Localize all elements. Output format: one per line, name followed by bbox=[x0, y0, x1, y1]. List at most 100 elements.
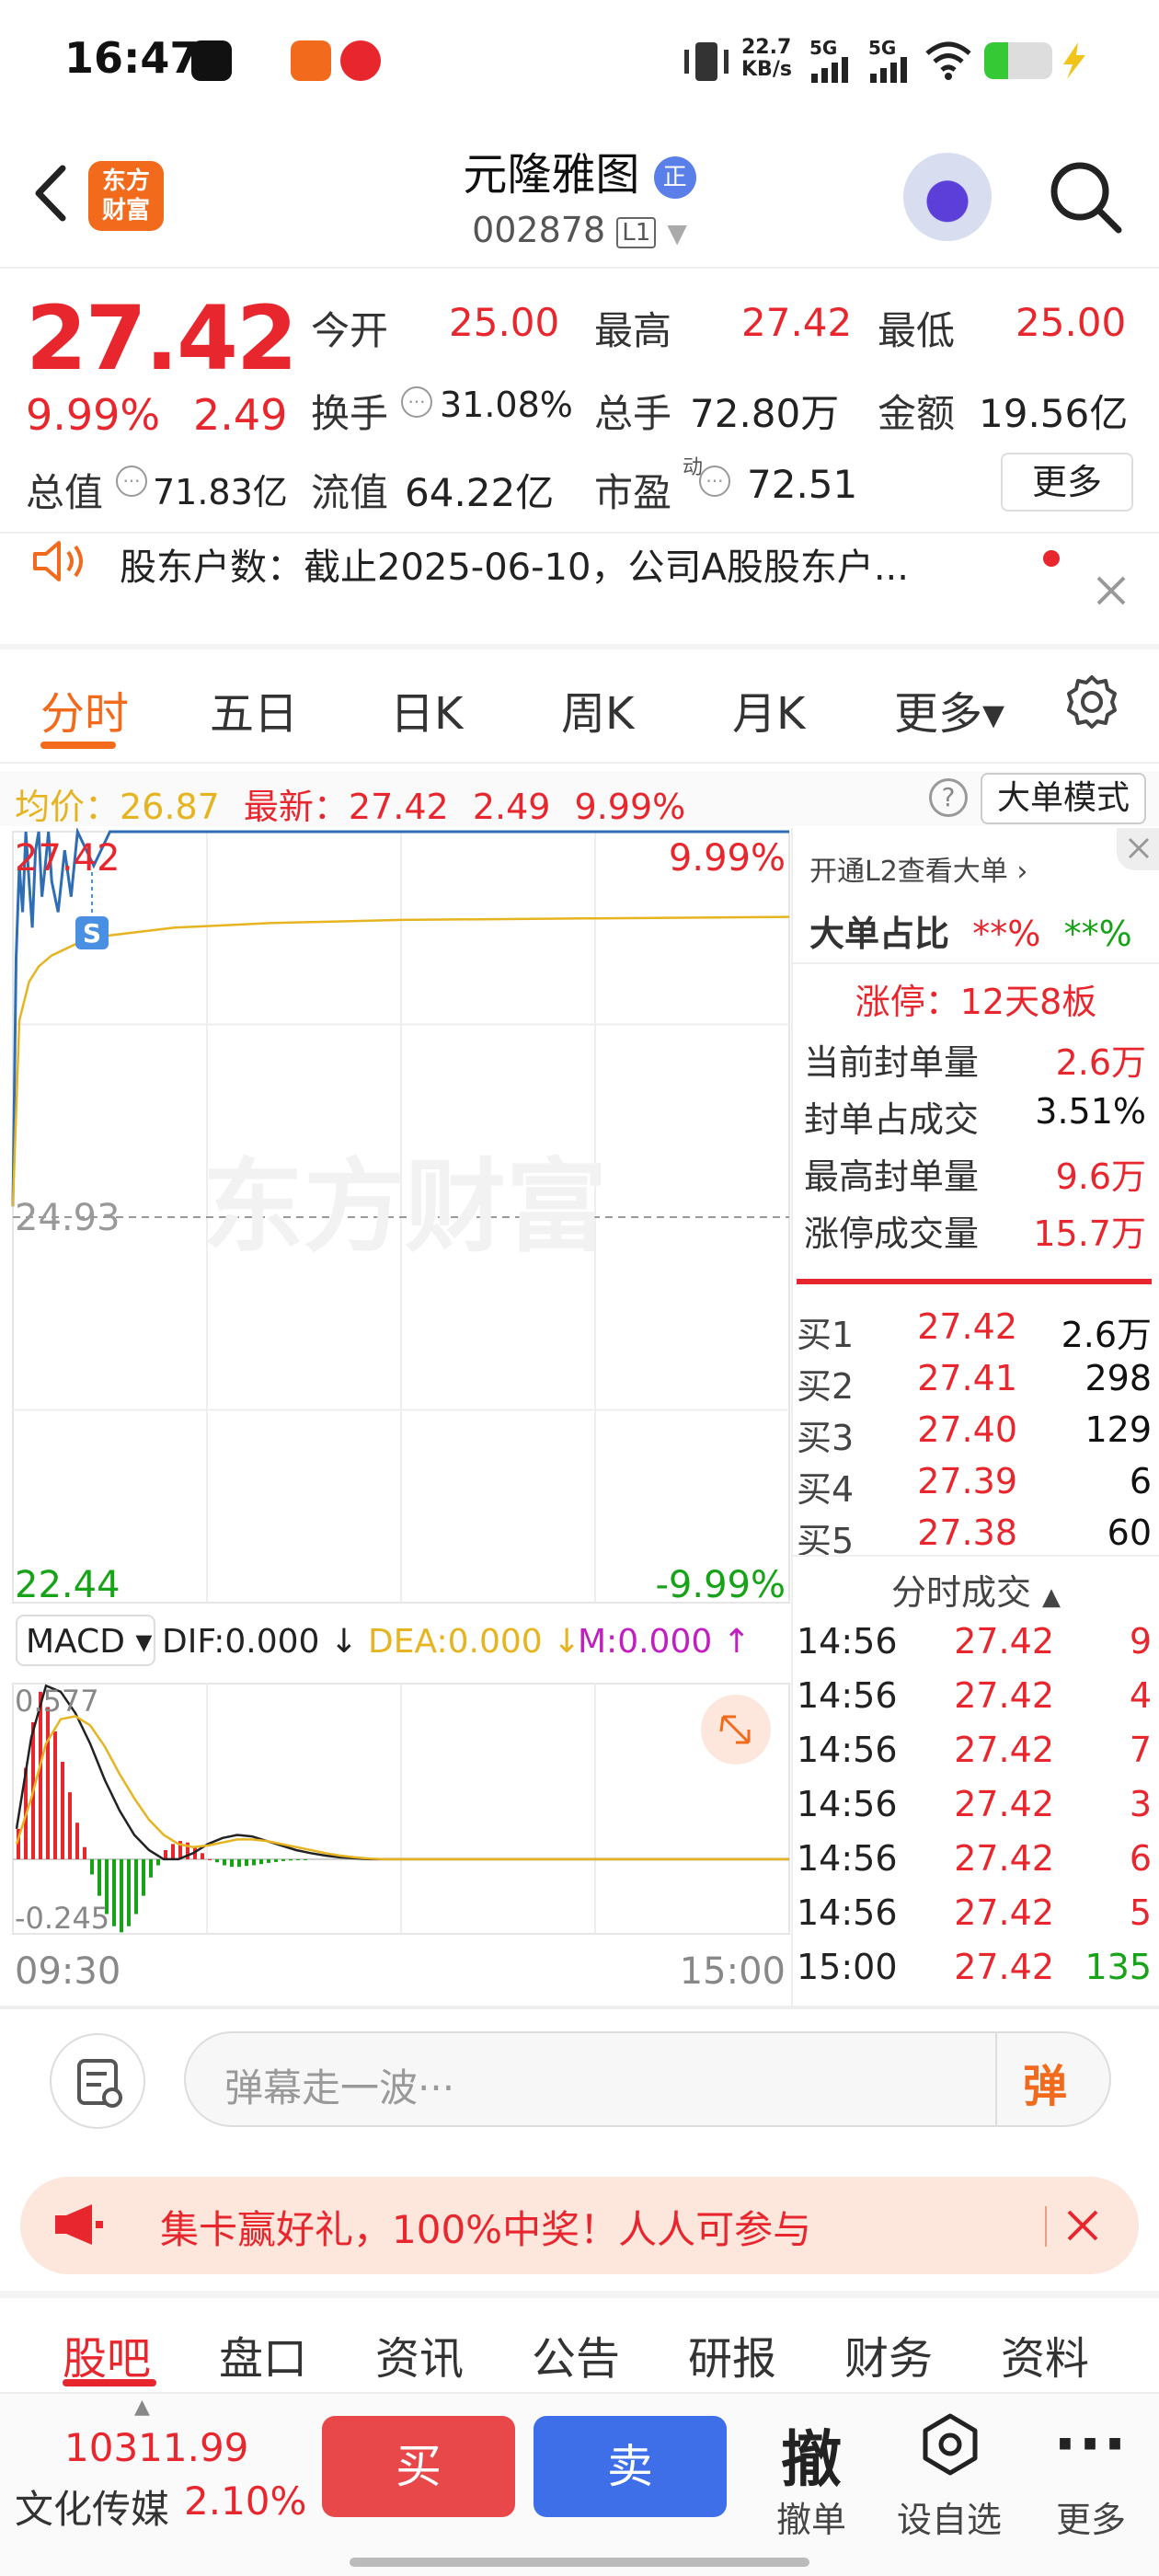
pe-label: 市盈 bbox=[594, 470, 672, 515]
search-icon[interactable] bbox=[1045, 156, 1124, 236]
close-icon[interactable] bbox=[1117, 828, 1159, 870]
high-value: 27.42 bbox=[741, 300, 853, 345]
seal-label: 当前封单量 bbox=[804, 1042, 980, 1083]
tick-row: 14:56 27.42 6 bbox=[797, 1838, 1152, 1879]
watermark: 东方财富 bbox=[202, 1148, 607, 1266]
more-menu-icon[interactable]: ··· bbox=[1027, 2409, 1155, 2479]
macd-bar bbox=[46, 1707, 50, 1859]
y-mid-label: 24.93 bbox=[15, 1197, 120, 1239]
sector-name[interactable]: 文化传媒 bbox=[15, 2478, 169, 2535]
avg-price-row: 均价：26.87 最新：27.42 2.49 9.99% bbox=[15, 778, 685, 829]
promo-text: 集卡赢好礼，100%中奖！人人可参与 bbox=[160, 2207, 812, 2252]
l2-upgrade-link[interactable]: 开通L2查看大单 › bbox=[809, 848, 1027, 889]
volume-value: 72.80万 bbox=[690, 391, 840, 436]
tick-time: 14:56 bbox=[797, 1621, 898, 1662]
cancel-order-icon[interactable]: 撤 bbox=[747, 2410, 876, 2499]
danmu-separator bbox=[995, 2033, 997, 2125]
tab-daily-k[interactable]: 日K bbox=[390, 677, 463, 742]
seal-value: 9.6万 bbox=[1055, 1156, 1146, 1197]
more-dots-icon[interactable]: ··· bbox=[401, 386, 432, 418]
gear-icon[interactable] bbox=[1061, 672, 1122, 732]
turnover-label: 换手 bbox=[311, 391, 389, 436]
seal-label: 封单占成交 bbox=[804, 1099, 980, 1140]
more-menu-label[interactable]: 更多 bbox=[1027, 2491, 1155, 2542]
news-ticker-text[interactable]: 股东户数：截止2025-06-10，公司A股股东户... bbox=[120, 537, 909, 591]
tab-finance[interactable]: 财务 bbox=[844, 2322, 933, 2386]
float-label: 流值 bbox=[311, 470, 389, 515]
more-dots-icon[interactable]: ··· bbox=[699, 466, 730, 497]
tab-five-day[interactable]: 五日 bbox=[210, 677, 298, 742]
bid-row[interactable]: 买4 27.39 6 bbox=[797, 1461, 1152, 1512]
macd-bar bbox=[98, 1858, 101, 1896]
dea-line bbox=[15, 1715, 790, 1861]
tick-row: 14:56 27.42 7 bbox=[797, 1730, 1152, 1770]
more-quote-button[interactable]: 更多 bbox=[1001, 453, 1133, 512]
tab-research[interactable]: 研报 bbox=[688, 2322, 776, 2386]
tick-time: 14:56 bbox=[797, 1730, 898, 1770]
bottom-tab-underline bbox=[63, 2379, 156, 2386]
sell-button[interactable]: 卖 bbox=[534, 2416, 727, 2517]
tab-orderbook[interactable]: 盘口 bbox=[219, 2322, 307, 2386]
close-icon[interactable] bbox=[1091, 570, 1131, 611]
tab-profile[interactable]: 资料 bbox=[1001, 2322, 1089, 2386]
change-percent: 9.99% bbox=[26, 390, 161, 440]
tab-forum[interactable]: 股吧 bbox=[63, 2322, 151, 2386]
y-bottom-label: 22.44 bbox=[15, 1564, 120, 1606]
tab-announcements[interactable]: 公告 bbox=[532, 2322, 620, 2386]
intraday-chart[interactable]: 东方财富 S 27.42 24.93 22.44 9.99% -9.99% MACD ▾ DIF… bbox=[0, 828, 791, 2006]
macd-bar bbox=[68, 1792, 72, 1859]
ticks-title-label: 分时成交 bbox=[890, 1572, 1031, 1613]
tick-volume: 3 bbox=[1129, 1784, 1152, 1824]
help-icon[interactable]: ? bbox=[929, 778, 968, 817]
bid-price: 27.40 bbox=[917, 1409, 1017, 1450]
tab-more[interactable]: 更多▾ bbox=[894, 677, 1004, 742]
tick-price: 27.42 bbox=[954, 1675, 1054, 1716]
tick-trades-title[interactable]: 分时成交 ▲ bbox=[793, 1564, 1159, 1615]
current-price: 27.42 bbox=[26, 287, 298, 390]
home-indicator[interactable] bbox=[350, 2558, 809, 2567]
chart-bottom-divider bbox=[0, 2006, 1159, 2009]
close-icon[interactable] bbox=[1063, 2206, 1102, 2245]
tab-intraday[interactable]: 分时 bbox=[40, 677, 129, 742]
limit-up-streak: 涨停：12天8板 bbox=[855, 982, 1097, 1022]
pe-value: 72.51 bbox=[747, 462, 858, 507]
big-order-mode-button[interactable]: 大单模式 bbox=[981, 773, 1146, 824]
quote-divider bbox=[0, 532, 1159, 534]
seal-label: 涨停成交量 bbox=[804, 1213, 980, 1254]
bid-row[interactable]: 买2 27.41 298 bbox=[797, 1358, 1152, 1409]
danmu-button[interactable]: 弹 bbox=[1023, 2050, 1067, 2114]
macd-bar bbox=[230, 1858, 234, 1868]
macd-bar bbox=[215, 1858, 219, 1863]
macd-bar bbox=[289, 1858, 293, 1861]
macd-bar bbox=[237, 1858, 241, 1868]
buy-button[interactable]: 买 bbox=[322, 2416, 515, 2517]
tab-news[interactable]: 资讯 bbox=[375, 2322, 464, 2386]
section-gap bbox=[0, 2291, 1159, 2298]
tab-monthly-k[interactable]: 月K bbox=[732, 677, 805, 742]
macd-bar bbox=[90, 1858, 94, 1875]
net-speed-value: 22.7 bbox=[741, 36, 792, 59]
header-divider bbox=[0, 267, 1159, 269]
low-value: 25.00 bbox=[1016, 300, 1127, 345]
tick-volume: 7 bbox=[1129, 1730, 1152, 1770]
cancel-order-label[interactable]: 撤单 bbox=[747, 2491, 876, 2542]
macd-bar bbox=[164, 1850, 167, 1859]
more-dots-icon[interactable]: ··· bbox=[116, 466, 147, 497]
add-watchlist-icon[interactable] bbox=[918, 2412, 982, 2477]
open-value: 25.00 bbox=[449, 300, 560, 345]
status-time: 16:47 bbox=[64, 33, 200, 83]
tick-time: 15:00 bbox=[797, 1947, 898, 1987]
tick-volume: 135 bbox=[1084, 1947, 1152, 1987]
macd-bar bbox=[281, 1858, 285, 1861]
add-watchlist-label[interactable]: 设自选 bbox=[885, 2491, 1014, 2542]
sector-index-value[interactable]: 10311.99 bbox=[64, 2425, 248, 2470]
limit-up-rule bbox=[797, 1279, 1152, 1284]
seal-value: 3.51% bbox=[1035, 1091, 1146, 1132]
robot-assistant-avatar[interactable] bbox=[903, 153, 992, 241]
seal-row: 涨停成交量 15.7万 bbox=[804, 1205, 1146, 1256]
post-note-button[interactable] bbox=[50, 2033, 145, 2129]
level-badge: L1 bbox=[616, 216, 657, 248]
tab-weekly-k[interactable]: 周K bbox=[561, 677, 634, 742]
bid-row[interactable]: 买1 27.42 2.6万 bbox=[797, 1306, 1152, 1357]
bid-row[interactable]: 买3 27.40 129 bbox=[797, 1409, 1152, 1460]
